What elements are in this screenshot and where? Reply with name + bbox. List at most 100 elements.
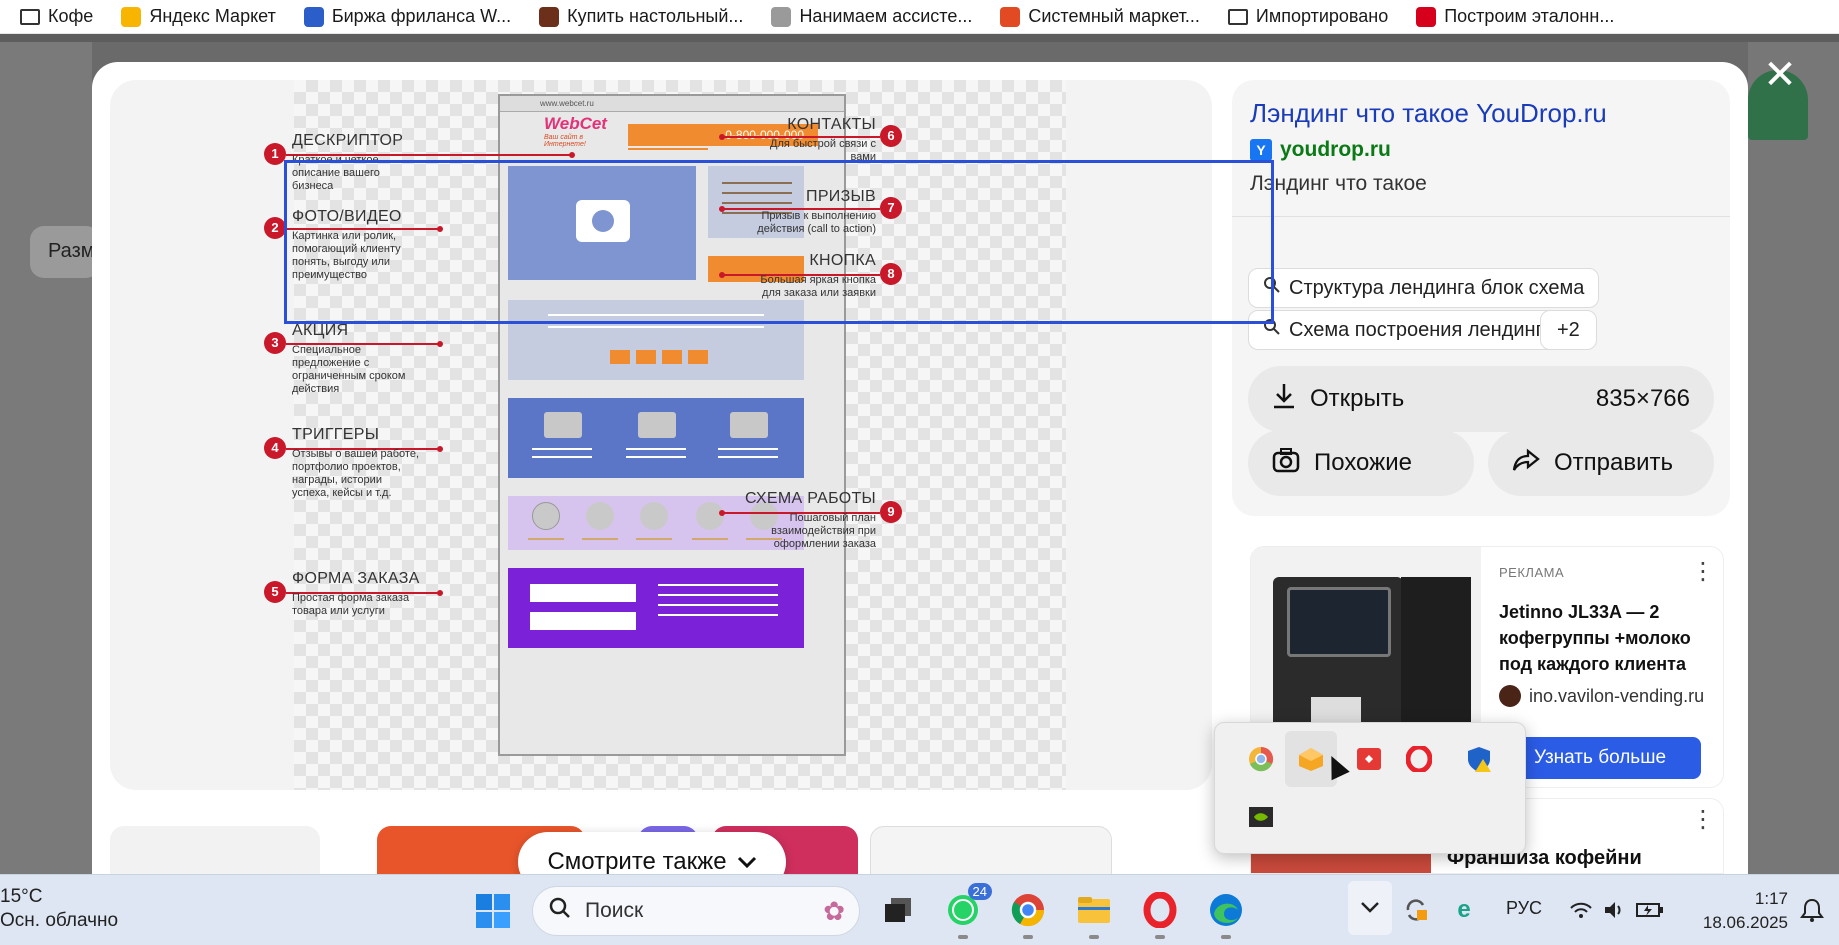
bookmarks-bar: Кофе Яндекс Маркет Биржа фриланса W... Купи…: [0, 0, 1839, 34]
windows-start-icon[interactable]: [475, 893, 511, 929]
more-options-icon[interactable]: ⋮: [1691, 557, 1715, 586]
chrome-canary-icon[interactable]: [1237, 735, 1285, 783]
ad-headline[interactable]: Jetinno JL33A — 2 кофегруппы +молоко под…: [1499, 599, 1711, 677]
callout-number: 5: [264, 581, 286, 603]
task-view-icon[interactable]: [877, 889, 919, 931]
taskbar: 15°C Осн. облачно Поиск ✿ 24 e РУС 1:17 …: [0, 874, 1839, 945]
callout-description: Отзывы о вашей работе, портфолио проекто…: [292, 448, 420, 499]
file-explorer-icon[interactable]: [1073, 889, 1115, 931]
chrome-icon[interactable]: [1007, 889, 1049, 931]
image-dimensions: 835×766: [1595, 385, 1690, 412]
callout-description: Для быстрой связи с вами: [770, 138, 876, 163]
bag-icon: [539, 6, 560, 27]
callout-title: ФОРМА ЗАКАЗА: [292, 570, 420, 587]
wireframe-promo-block: [508, 300, 804, 380]
sync-icon[interactable]: [1398, 889, 1434, 931]
callout-number: 7: [880, 197, 902, 219]
wireframe-order-form: [508, 568, 804, 648]
yandex-market-icon: [121, 6, 142, 27]
more-options-icon[interactable]: ⋮: [1691, 805, 1715, 834]
callout-number: 3: [264, 332, 286, 354]
butterfly-icon: ✿: [823, 895, 845, 926]
share-button[interactable]: Отправить: [1488, 430, 1714, 496]
opera-icon[interactable]: [1395, 735, 1443, 783]
opera-taskbar-icon[interactable]: [1139, 889, 1181, 931]
callout-number: 1: [264, 143, 286, 165]
divider: [1232, 216, 1730, 217]
whatsapp-icon[interactable]: 24: [942, 883, 992, 931]
source-site-link[interactable]: Y youdrop.ru: [1250, 138, 1391, 162]
callout-number: 6: [880, 125, 902, 147]
callout-dot: [437, 590, 443, 596]
callout-description: Большая яркая кнопка для заказа или заяв…: [760, 274, 876, 299]
similar-thumbnail[interactable]: [870, 826, 1112, 874]
wifi-icon[interactable]: [1566, 889, 1596, 931]
callout-description: Пошаговый план взаимодействия при оформл…: [771, 512, 876, 550]
callout-dot: [719, 206, 725, 212]
callout-dot: [719, 134, 725, 140]
eset-icon[interactable]: e: [1448, 889, 1480, 931]
anydesk-icon[interactable]: [1345, 735, 1393, 783]
show-hidden-icons-button[interactable]: [1348, 881, 1392, 935]
callout-title: СХЕМА РАБОТЫ: [744, 490, 876, 507]
running-indicator: [1089, 935, 1099, 939]
callout-number: 9: [880, 501, 902, 523]
bookmark-item[interactable]: Построим эталонн...: [1416, 6, 1614, 27]
image-title-link[interactable]: Лэндинг что такое YouDrop.ru: [1250, 98, 1607, 129]
edge-icon[interactable]: [1205, 889, 1247, 931]
callout-title: АКЦИЯ: [292, 322, 349, 339]
ad-source[interactable]: ino.vavilon-vending.ru: [1499, 685, 1704, 707]
search-icon: [1263, 276, 1281, 300]
battery-icon[interactable]: [1634, 889, 1666, 931]
related-query-chip[interactable]: Структура лендинга блок схема: [1248, 268, 1600, 308]
callout-dot: [437, 446, 443, 452]
more-queries-chip[interactable]: +2: [1540, 310, 1597, 350]
notifications-icon[interactable]: [1794, 889, 1830, 931]
bookmark-item[interactable]: Системный маркет...: [1000, 6, 1200, 27]
bookmark-item[interactable]: Импортировано: [1227, 6, 1388, 27]
close-icon[interactable]: ✕: [1763, 55, 1797, 95]
running-indicator: [1023, 935, 1033, 939]
image-info-panel: Лэндинг что такое YouDrop.ru Y youdrop.r…: [1232, 80, 1730, 516]
weather-widget[interactable]: 15°C Осн. облачно: [0, 885, 118, 933]
tray-overflow-popup: [1214, 722, 1526, 854]
weblancer-icon: [303, 6, 324, 27]
bookmark-item[interactable]: Кофе: [20, 6, 93, 27]
image-preview[interactable]: www.webcet.ru WebCet Ваш сайт в Интернет…: [110, 80, 1212, 790]
background-size-chip: Разм: [30, 226, 100, 278]
callout-title: ПРИЗЫВ: [806, 188, 876, 205]
bookmark-item[interactable]: Нанимаем ассисте...: [771, 6, 972, 27]
similar-button[interactable]: Похожие: [1248, 430, 1474, 496]
volume-icon[interactable]: [1600, 889, 1630, 931]
wireframe-address-bar: www.webcet.ru: [500, 96, 844, 112]
open-image-button[interactable]: Открыть 835×766: [1248, 366, 1714, 432]
callout-description: Картинка или ролик, помогающий клиенту п…: [292, 230, 401, 281]
callout-title: ДЕСКРИПТОР: [292, 132, 404, 149]
language-indicator[interactable]: РУС: [1506, 898, 1542, 919]
callout-dot: [719, 272, 725, 278]
related-query-chip[interactable]: Схема построения лендинга: [1248, 310, 1569, 350]
learn-more-button[interactable]: Узнать больше: [1499, 737, 1701, 779]
callout-title: ТРИГГЕРЫ: [292, 426, 380, 443]
callout-dot: [437, 341, 443, 347]
callout-description: Простая форма заказа товара или услуги: [292, 592, 410, 617]
youdrop-favicon-icon: Y: [1250, 139, 1272, 161]
similar-thumbnail[interactable]: [110, 826, 320, 874]
wireframe-menu-lines: [628, 144, 708, 150]
callout-title: КОНТАКТЫ: [787, 116, 876, 133]
running-indicator: [1221, 935, 1231, 939]
callout-description: Призыв к выполнению действия (call to ac…: [757, 210, 876, 235]
taskbar-search[interactable]: Поиск ✿: [532, 886, 860, 936]
bookmark-item[interactable]: Яндекс Маркет: [121, 6, 276, 27]
image-subtitle: Лэндинг что такое: [1250, 172, 1427, 195]
defender-warning-icon[interactable]: [1455, 735, 1503, 783]
callout-title: КНОПКА: [809, 252, 876, 269]
bookmark-item[interactable]: Биржа фриланса W...: [303, 6, 511, 27]
hh-icon: [1416, 6, 1437, 27]
chevron-down-icon: [737, 848, 757, 876]
clock[interactable]: 1:17 18.06.2025: [1690, 887, 1788, 935]
nvidia-icon[interactable]: [1237, 793, 1285, 841]
ad-label: РЕКЛАМА: [1499, 565, 1565, 580]
bookmark-item[interactable]: Купить настольный...: [539, 6, 743, 27]
callout-description: Специальное предложение с ограниченным с…: [292, 344, 406, 395]
